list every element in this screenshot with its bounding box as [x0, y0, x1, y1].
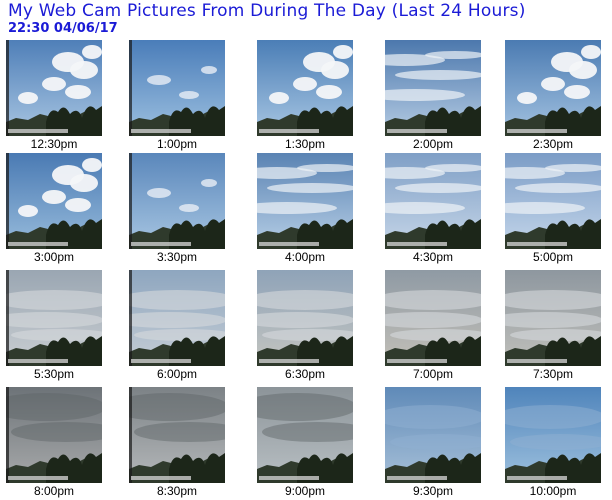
webcam-image[interactable]: [257, 153, 353, 249]
thumbnail-item[interactable]: 1:00pm: [129, 40, 233, 151]
thumbnail-item[interactable]: 5:30pm: [6, 270, 110, 381]
webcam-image[interactable]: [505, 270, 601, 366]
webcam-image[interactable]: [385, 387, 481, 483]
webcam-image[interactable]: [505, 387, 601, 483]
thumbnail-time-label: 10:00pm: [529, 484, 577, 498]
webcam-image[interactable]: [6, 153, 102, 249]
thumbnail-time-label: 7:00pm: [412, 367, 454, 381]
webcam-image[interactable]: [129, 153, 225, 249]
thumbnail-item[interactable]: 2:30pm: [505, 40, 609, 151]
thumbnail-time-label: 4:00pm: [284, 250, 326, 264]
thumbnail-time-label: 8:30pm: [156, 484, 198, 498]
thumbnail-item[interactable]: 6:30pm: [257, 270, 361, 381]
thumbnail-item[interactable]: 2:00pm: [385, 40, 489, 151]
thumbnail-time-label: 3:30pm: [156, 250, 198, 264]
thumbnail-time-label: 9:30pm: [412, 484, 454, 498]
webcam-image[interactable]: [129, 387, 225, 483]
thumbnail-time-label: 8:00pm: [33, 484, 75, 498]
webcam-image[interactable]: [385, 153, 481, 249]
thumbnail-time-label: 2:30pm: [532, 137, 574, 151]
thumbnail-item[interactable]: 4:00pm: [257, 153, 361, 264]
thumbnail-time-label: 2:00pm: [412, 137, 454, 151]
thumbnail-time-label: 5:30pm: [33, 367, 75, 381]
thumbnail-item[interactable]: 8:30pm: [129, 387, 233, 498]
page-title: My Web Cam Pictures From During The Day …: [8, 1, 526, 21]
webcam-image[interactable]: [129, 40, 225, 136]
thumbnail-item[interactable]: 10:00pm: [505, 387, 609, 498]
webcam-image[interactable]: [6, 387, 102, 483]
webcam-image[interactable]: [257, 270, 353, 366]
thumbnail-item[interactable]: 3:00pm: [6, 153, 110, 264]
timestamp: 22:30 04/06/17: [8, 21, 118, 36]
thumbnail-item[interactable]: 3:30pm: [129, 153, 233, 264]
webcam-image[interactable]: [257, 40, 353, 136]
thumbnail-item[interactable]: 1:30pm: [257, 40, 361, 151]
thumbnail-time-label: 7:30pm: [532, 367, 574, 381]
thumbnail-time-label: 6:30pm: [284, 367, 326, 381]
thumbnail-time-label: 1:30pm: [284, 137, 326, 151]
thumbnail-time-label: 1:00pm: [156, 137, 198, 151]
webcam-image[interactable]: [257, 387, 353, 483]
webcam-image[interactable]: [385, 40, 481, 136]
thumbnail-item[interactable]: 12:30pm: [6, 40, 110, 151]
webcam-image[interactable]: [385, 270, 481, 366]
webcam-image[interactable]: [6, 270, 102, 366]
thumbnail-time-label: 6:00pm: [156, 367, 198, 381]
thumbnail-item[interactable]: 9:00pm: [257, 387, 361, 498]
thumbnail-item[interactable]: 9:30pm: [385, 387, 489, 498]
thumbnail-item[interactable]: 4:30pm: [385, 153, 489, 264]
webcam-image[interactable]: [505, 40, 601, 136]
thumbnail-item[interactable]: 8:00pm: [6, 387, 110, 498]
webcam-image[interactable]: [129, 270, 225, 366]
thumbnail-time-label: 4:30pm: [412, 250, 454, 264]
thumbnail-item[interactable]: 7:00pm: [385, 270, 489, 381]
thumbnail-grid: 12:30pm 1:00pm 1:30pm 2:00pm 2:30pm 3:00pm 3:3…: [0, 40, 612, 500]
thumbnail-time-label: 5:00pm: [532, 250, 574, 264]
thumbnail-item[interactable]: 5:00pm: [505, 153, 609, 264]
thumbnail-time-label: 3:00pm: [33, 250, 75, 264]
thumbnail-item[interactable]: 6:00pm: [129, 270, 233, 381]
webcam-image[interactable]: [505, 153, 601, 249]
thumbnail-item[interactable]: 7:30pm: [505, 270, 609, 381]
webcam-image[interactable]: [6, 40, 102, 136]
thumbnail-time-label: 9:00pm: [284, 484, 326, 498]
thumbnail-time-label: 12:30pm: [30, 137, 78, 151]
